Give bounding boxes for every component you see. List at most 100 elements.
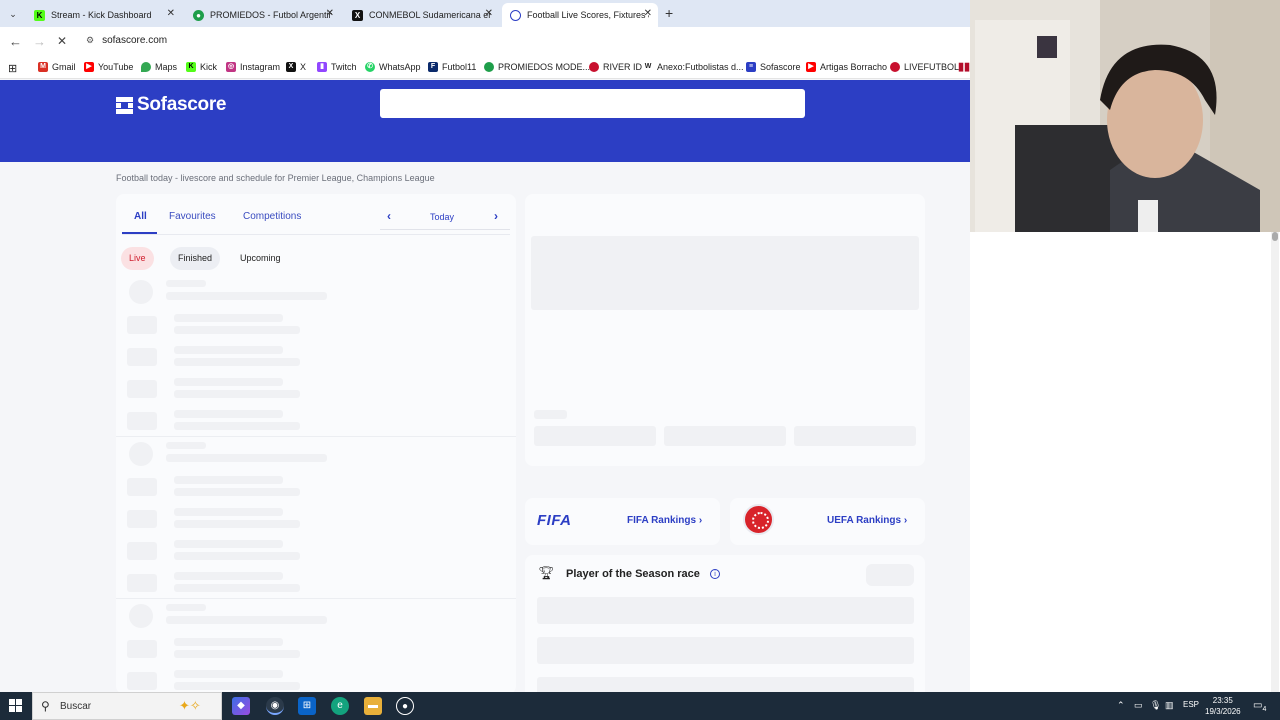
bookmark-wikipedia[interactable]: W Anexo:Futbolistas d... [643, 62, 744, 72]
taskbar-search[interactable]: ⚲ Buscar ✦✧ [32, 692, 222, 720]
tab-search-chevron-icon[interactable]: ⌄ [4, 5, 22, 23]
windows-taskbar: ⚲ Buscar ✦✧ ◆ ◉ ⊞ e ▬ ● ⌃ ▭ 🎙︎ ▥ ESP 23:… [0, 692, 1280, 720]
file-explorer-icon[interactable]: ▬ [364, 697, 382, 715]
network-icon[interactable]: ▥ [1165, 700, 1174, 711]
back-arrow-icon[interactable]: ← [9, 34, 22, 49]
uefa-rankings-card[interactable]: UEFA Rankings › [730, 498, 925, 545]
taskbar-search-label: Buscar [60, 701, 92, 712]
close-tab-icon[interactable]: ✕ [167, 8, 175, 19]
youtube-icon: ▶ [806, 62, 816, 72]
browser-tab-kick[interactable]: K Stream - Kick Dashboard ✕ [26, 3, 181, 27]
site-info-icon[interactable]: ⚙ [86, 35, 94, 46]
scrollbar-thumb[interactable] [1272, 232, 1278, 241]
gmail-icon: M [38, 62, 48, 72]
overflow-bookmark-icon[interactable]: ▮▮ [958, 60, 970, 73]
bookmark-livefutbol[interactable]: LIVEFUTBOL [890, 62, 959, 72]
page-scrollbar[interactable] [1271, 232, 1279, 692]
bookmark-kick[interactable]: K Kick [186, 62, 217, 72]
copilot-icon[interactable]: ◆ [232, 697, 250, 715]
bookmark-label: Twitch [331, 62, 357, 72]
bookmark-x[interactable]: XX [286, 62, 306, 72]
tab-favourites[interactable]: Favourites [169, 211, 216, 222]
sofascore-logo[interactable]: Sofascore [116, 94, 226, 116]
language-indicator[interactable]: ESP [1183, 700, 1199, 709]
trophy-icon: 🏆︎ [538, 565, 555, 580]
close-tab-icon[interactable]: ✕ [485, 8, 493, 19]
player-of-season-card: 🏆︎ Player of the Season race i [525, 555, 925, 695]
bookmark-label: WhatsApp [379, 62, 421, 72]
bookmark-twitch[interactable]: ▮ Twitch [317, 62, 357, 72]
clock-date: 19/3/2026 [1205, 707, 1241, 716]
chrome-icon[interactable]: ◉ [266, 697, 284, 715]
fifa-rankings-link[interactable]: FIFA Rankings › [627, 515, 702, 526]
notification-icon[interactable]: ▭4 [1253, 700, 1266, 713]
url-field[interactable]: ⚙ sofascore.com [86, 35, 167, 46]
filter-finished[interactable]: Finished [170, 247, 221, 270]
bookmark-youtube[interactable]: ▶ YouTube [84, 62, 133, 72]
apps-grid-icon[interactable]: ⊞ [8, 62, 17, 75]
skeleton-tab [794, 426, 916, 446]
sofascore-header: Sofascore [0, 80, 970, 162]
forward-arrow-icon[interactable]: → [33, 34, 46, 49]
bookmark-gmail[interactable]: M Gmail [38, 62, 76, 72]
info-icon[interactable]: i [710, 569, 720, 579]
webcam-overlay [970, 0, 1280, 232]
maps-icon [141, 62, 151, 72]
logo-text: Sofascore [137, 94, 227, 115]
sofascore-icon: ≡ [746, 62, 756, 72]
uefa-rankings-label: UEFA Rankings [827, 515, 902, 526]
search-input[interactable] [380, 89, 805, 118]
bookmark-label: PROMIEDOS MODE... [498, 62, 591, 72]
tab-all[interactable]: All [134, 211, 147, 222]
bookmark-instagram[interactable]: ◎ Instagram [226, 62, 280, 72]
futbol11-icon: F [428, 62, 438, 72]
edge-icon[interactable]: e [331, 697, 349, 715]
chevron-right-icon: › [698, 515, 703, 526]
tray-device-icon[interactable]: ▭ [1134, 700, 1143, 711]
bookmark-river-id[interactable]: RIVER ID [589, 62, 642, 72]
sofascore-logo-mark-icon [116, 96, 133, 114]
sofascore-icon [510, 9, 521, 21]
microsoft-store-icon[interactable]: ⊞ [298, 697, 316, 715]
date-label[interactable]: Today [430, 212, 454, 222]
tab-title: Stream - Kick Dashboard [51, 10, 152, 20]
bookmark-maps[interactable]: Maps [141, 62, 177, 72]
previous-day-chevron-icon[interactable]: ‹ [387, 209, 391, 223]
bookmark-label: Sofascore [760, 62, 801, 72]
browser-tab-promiedos[interactable]: ● PROMIEDOS - Futbol Argentino ✕ [185, 3, 340, 27]
stop-loading-icon[interactable]: ✕ [57, 34, 67, 48]
bookmark-whatsapp[interactable]: ✆ WhatsApp [365, 62, 421, 72]
page-breadcrumb: Football today - livescore and schedule … [116, 173, 435, 183]
promiedos-icon: ● [193, 9, 204, 21]
bookmark-futbol11[interactable]: F Futbol11 [428, 62, 476, 72]
filter-upcoming[interactable]: Upcoming [232, 247, 289, 270]
kick-icon: K [186, 62, 196, 72]
clock-time: 23:35 [1212, 696, 1233, 705]
browser-tab-sofascore[interactable]: Football Live Scores, Fixtures & ✕ [502, 3, 658, 27]
windows-start-icon[interactable] [9, 699, 23, 713]
tab-competitions[interactable]: Competitions [243, 211, 301, 222]
close-tab-icon[interactable]: ✕ [326, 8, 334, 19]
next-day-chevron-icon[interactable]: › [494, 209, 498, 223]
bookmark-sofascore[interactable]: ≡ Sofascore [746, 62, 801, 72]
obs-icon[interactable]: ● [396, 697, 414, 715]
bookmark-promiedos[interactable]: PROMIEDOS MODE... [484, 62, 590, 72]
match-list-panel: All Favourites Competitions ‹ Today › Li… [116, 194, 516, 694]
microphone-icon[interactable]: 🎙︎ [1150, 700, 1161, 711]
close-tab-icon[interactable]: ✕ [644, 8, 652, 19]
bookmark-label: Futbol11 [442, 62, 477, 72]
tray-chevron-up-icon[interactable]: ⌃ [1117, 700, 1125, 711]
search-icon: ⚲ [41, 699, 50, 713]
filter-live[interactable]: Live [121, 247, 154, 270]
taskbar-clock[interactable]: 23:35 19/3/2026 [1205, 695, 1241, 717]
featured-skeleton-block [531, 236, 919, 310]
youtube-icon: ▶ [84, 62, 94, 72]
uefa-rankings-link[interactable]: UEFA Rankings › [827, 515, 907, 526]
livefutbol-icon [890, 62, 900, 72]
new-tab-plus-icon[interactable]: + [665, 5, 673, 21]
whatsapp-icon: ✆ [365, 62, 375, 72]
browser-tab-conmebol[interactable]: X CONMEBOL Sudamericana en ✕ [344, 3, 499, 27]
url-text: sofascore.com [102, 35, 168, 46]
bookmark-artigas-borracho[interactable]: ▶ Artigas Borracho [806, 62, 887, 72]
fifa-rankings-card[interactable]: FIFA FIFA Rankings › [525, 498, 720, 545]
